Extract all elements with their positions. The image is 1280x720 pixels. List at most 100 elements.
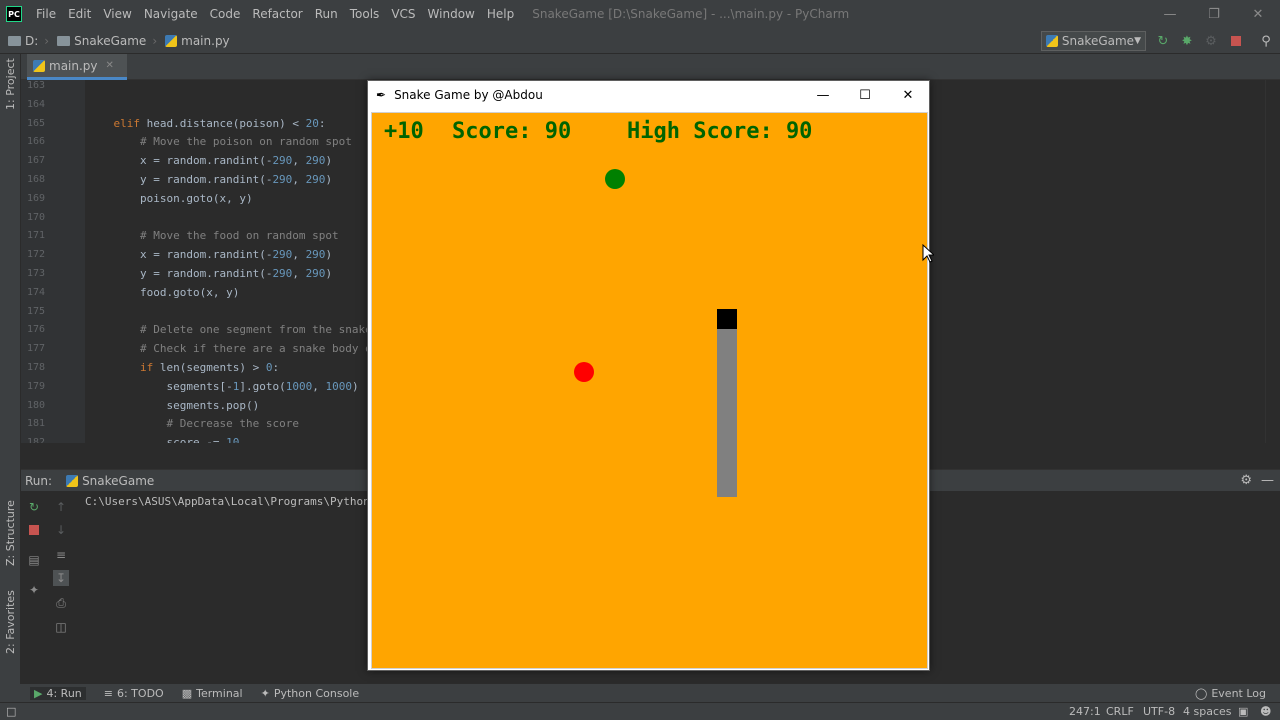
editor-tab-bar: main.py ✕ (21, 54, 1280, 80)
feather-icon: ✒ (376, 88, 387, 102)
breadcrumb-label: SnakeGame (74, 33, 147, 48)
line-number: 171 (26, 230, 45, 242)
folder-icon (8, 35, 21, 46)
code-line: # Move the food on random spot (139, 229, 339, 243)
debug-icon[interactable]: ✸ (1179, 33, 1195, 49)
game-window-title: Snake Game by @Abdou (394, 88, 543, 102)
minimize-icon[interactable]: — (1148, 0, 1192, 28)
python-console-icon: ✦ (260, 686, 270, 700)
structure-tool-tab[interactable]: Z: Structure (4, 500, 17, 566)
restore-icon[interactable]: ❐ (1192, 0, 1236, 28)
close-tab-icon[interactable]: ✕ (106, 60, 114, 71)
run-configuration-select[interactable]: SnakeGame ▼ (1041, 31, 1146, 51)
python-file-icon (165, 34, 178, 47)
pin-icon[interactable]: ✦ (26, 582, 42, 598)
snake-game-window: ✒ Snake Game by @Abdou — ☐ ✕ +10 Score: … (367, 80, 930, 671)
search-icon[interactable]: ⚲ (1258, 33, 1274, 49)
line-number: 172 (26, 249, 45, 261)
event-log-icon: ◯ (1195, 686, 1208, 700)
breadcrumb-label: main.py (181, 33, 230, 48)
ide-window-title: SnakeGame [D:\SnakeGame] - ...\main.py -… (532, 7, 850, 21)
line-number: 179 (26, 380, 45, 392)
menu-help[interactable]: Help (481, 7, 520, 21)
line-number: 164 (26, 98, 45, 110)
line-number: 180 (26, 399, 45, 411)
code-line: elif head.distance(poison) < 20: (113, 116, 326, 130)
minimize-icon[interactable]: — (801, 81, 845, 109)
rerun-icon[interactable]: ↻ (1155, 33, 1171, 49)
navigation-bar: D: › SnakeGame › main.py SnakeGame ▼ ↻ ✸… (0, 28, 1280, 54)
python-file-icon (33, 59, 45, 72)
layout-icon[interactable]: ▤ (26, 552, 42, 568)
run-config-tab[interactable]: SnakeGame (82, 474, 154, 488)
menu-file[interactable]: File (30, 7, 62, 21)
file-encoding[interactable]: UTF-8 (1143, 705, 1175, 718)
editor-scrollbar[interactable] (1265, 80, 1280, 443)
menu-window[interactable]: Window (422, 7, 481, 21)
console-output: C:\Users\ASUS\AppData\Local\Programs\Pyt… (85, 495, 370, 508)
status-bar: □ 247:1 CRLF UTF-8 4 spaces ▣ ☻ (0, 702, 1280, 720)
close-icon[interactable]: ✕ (1236, 0, 1280, 28)
rerun-icon[interactable]: ↻ (26, 499, 42, 515)
close-icon[interactable]: ✕ (886, 81, 930, 109)
print-icon[interactable]: ⎙ (53, 595, 69, 611)
menu-edit[interactable]: Edit (62, 7, 97, 21)
python-icon (1046, 35, 1058, 47)
project-tool-tab[interactable]: 1: Project (4, 58, 17, 110)
caret-position[interactable]: 247:1 (1069, 705, 1101, 718)
menu-run[interactable]: Run (309, 7, 344, 21)
tab-label: main.py (49, 58, 98, 73)
line-number: 166 (26, 136, 45, 148)
breadcrumb-drive[interactable]: D: › (8, 34, 49, 48)
line-separator[interactable]: CRLF (1106, 705, 1134, 718)
menu-vcs[interactable]: VCS (385, 7, 421, 21)
menu-code[interactable]: Code (204, 7, 247, 21)
tab-python-console[interactable]: ✦ Python Console (261, 687, 360, 700)
scroll-to-end-icon[interactable]: ↧ (53, 570, 69, 586)
code-line: # Decrease the score (166, 417, 299, 431)
tab-run[interactable]: ▶ 4: Run (30, 686, 86, 700)
left-tool-strip: 1: Project Z: Structure 2: Favorites (0, 54, 21, 684)
code-line: # Move the poison on random spot (139, 135, 352, 149)
code-line: segments[-1].goto(1000, 1000) (166, 379, 359, 393)
tab-terminal[interactable]: ▩ Terminal (182, 687, 243, 700)
breadcrumb-project[interactable]: SnakeGame › (57, 34, 157, 48)
menu-tools[interactable]: Tools (344, 7, 386, 21)
line-number: 174 (26, 286, 45, 298)
tab-main-py[interactable]: main.py ✕ (27, 54, 127, 80)
line-number: 165 (26, 117, 45, 129)
game-canvas[interactable]: +10 Score: 90 High Score: 90 (371, 112, 928, 669)
menu-view[interactable]: View (97, 7, 137, 21)
stop-icon[interactable] (1228, 33, 1244, 49)
tab-label: 4: Run (46, 686, 82, 700)
favorites-tool-tab[interactable]: 2: Favorites (4, 590, 17, 654)
line-number-gutter: 163 164 165 166 167 168 169 170 171 172 173 174 175 1… (21, 80, 85, 443)
menu-refactor[interactable]: Refactor (246, 7, 308, 21)
status-toggle-icon[interactable]: □ (6, 705, 16, 718)
line-number: 170 (26, 211, 45, 223)
menu-navigate[interactable]: Navigate (138, 7, 204, 21)
lock-icon[interactable]: ▣ (1238, 705, 1248, 718)
line-number: 169 (26, 192, 45, 204)
arrow-down-icon[interactable]: ↓ (53, 522, 69, 538)
code-line: x = random.randint(-290, 290) (139, 248, 333, 262)
soft-wrap-icon[interactable]: ≡ (53, 547, 69, 563)
code-line: poison.goto(x, y) (139, 191, 253, 205)
indent-setting[interactable]: 4 spaces (1183, 705, 1232, 718)
tab-todo[interactable]: ≡ 6: TODO (104, 687, 164, 700)
minimize-panel-icon[interactable]: — (1261, 473, 1274, 488)
maximize-icon[interactable]: ☐ (843, 81, 887, 109)
code-line: y = random.randint(-290, 290) (139, 173, 333, 186)
profile-icon[interactable]: ⚙ (1203, 33, 1219, 49)
tab-label: Terminal (196, 686, 243, 700)
folder-icon (57, 35, 71, 46)
food (574, 362, 594, 382)
stop-icon[interactable] (26, 522, 42, 538)
gear-icon[interactable]: ⚙ (1240, 473, 1252, 488)
arrow-up-icon[interactable]: ↑ (53, 499, 69, 515)
inspector-icon[interactable]: ☻ (1260, 705, 1271, 718)
trash-icon[interactable]: ◫ (53, 619, 69, 635)
ide-title-bar: PC File Edit View Navigate Code Refactor… (0, 0, 1280, 28)
event-log-button[interactable]: ◯ Event Log (1195, 687, 1266, 700)
breadcrumb-file[interactable]: main.py (165, 34, 230, 48)
